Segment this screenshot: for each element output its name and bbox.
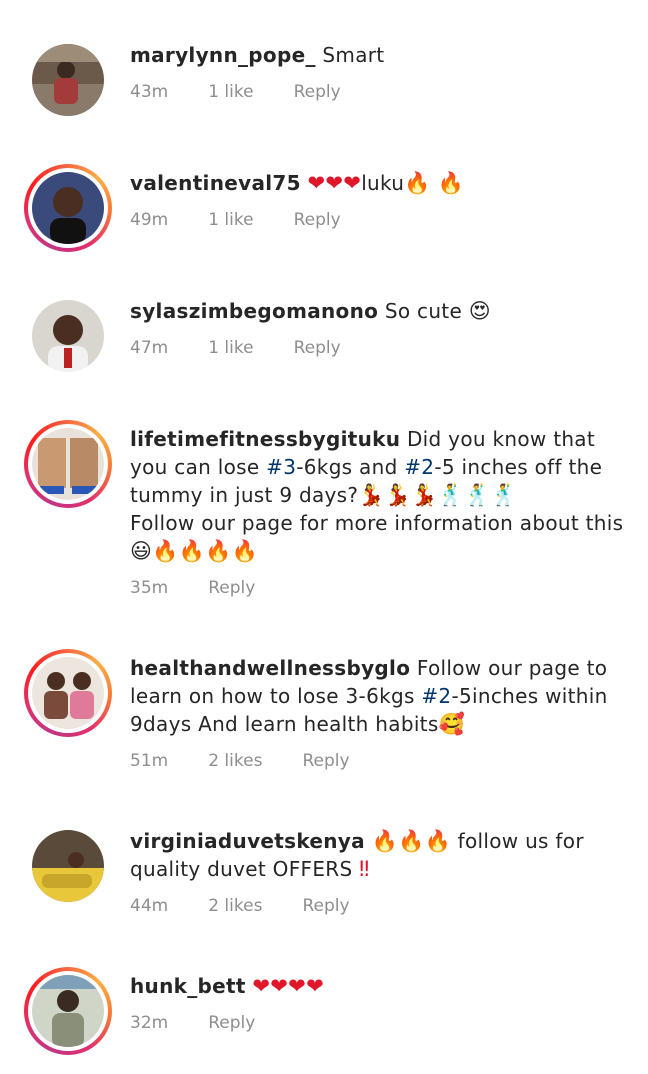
username-link[interactable]: hunk_bett xyxy=(130,974,246,998)
username-link[interactable]: valentineval75 xyxy=(130,171,301,195)
timestamp: 51m xyxy=(130,751,169,771)
timestamp: 44m xyxy=(130,896,169,916)
comment-meta: 47m 1 like Reply xyxy=(130,338,381,358)
comment-meta: 44m 2 likes Reply xyxy=(130,896,390,916)
reply-button[interactable]: Reply xyxy=(208,1013,255,1033)
likes-count[interactable]: 2 likes xyxy=(208,751,262,771)
comment-text: valentineval75 ❤❤❤luku🔥 🔥 xyxy=(130,169,626,197)
comment-text: marylynn_pope_ Smart xyxy=(130,41,626,69)
avatar[interactable] xyxy=(24,822,112,910)
likes-count[interactable]: 1 like xyxy=(208,210,253,230)
reply-button[interactable]: Reply xyxy=(302,751,349,771)
heart-icon: ❤❤❤ xyxy=(307,171,362,195)
timestamp: 49m xyxy=(130,210,169,230)
reply-button[interactable]: Reply xyxy=(294,338,341,358)
timestamp: 35m xyxy=(130,578,169,598)
comment-text: virginiaduvetskenya 🔥🔥🔥 follow us for qu… xyxy=(130,827,626,883)
fire-icon: 🔥🔥🔥🔥 xyxy=(152,539,258,563)
heart-eyes-emoji-icon: 😍 xyxy=(468,299,491,323)
avatar[interactable] xyxy=(24,36,112,124)
avatar-story-ring[interactable] xyxy=(24,649,112,737)
reply-button[interactable]: Reply xyxy=(208,578,255,598)
hashtag-link[interactable]: #2 xyxy=(421,684,451,708)
comment-text: sylaszimbegomanono So cute 😍 xyxy=(130,297,626,325)
avatar-story-ring[interactable] xyxy=(24,420,112,508)
comment-text: healthandwellnessbyglo Follow our page t… xyxy=(130,654,626,738)
reply-button[interactable]: Reply xyxy=(302,896,349,916)
fire-icon: 🔥🔥🔥 xyxy=(371,829,451,853)
likes-count[interactable]: 2 likes xyxy=(208,896,262,916)
avatar-story-ring[interactable] xyxy=(24,967,112,1055)
comment-meta: 43m 1 like Reply xyxy=(130,82,381,102)
avatar[interactable] xyxy=(24,292,112,380)
double-exclamation-icon: ‼ xyxy=(359,857,370,881)
reply-button[interactable]: Reply xyxy=(294,210,341,230)
smiling-hearts-emoji-icon: 🥰 xyxy=(438,712,465,736)
reply-button[interactable]: Reply xyxy=(294,82,341,102)
username-link[interactable]: sylaszimbegomanono xyxy=(130,299,378,323)
hashtag-link[interactable]: #3 xyxy=(266,455,296,479)
likes-count[interactable]: 1 like xyxy=(208,82,253,102)
timestamp: 32m xyxy=(130,1013,169,1033)
comment-text: hunk_bett ❤❤❤❤ xyxy=(130,972,626,1000)
dancer-emoji-icon: 💃💃💃🕺🕺🕺 xyxy=(358,483,518,507)
smile-emoji-icon: 😃 xyxy=(130,539,153,563)
comment-meta: 49m 1 like Reply xyxy=(130,210,381,230)
fire-icon: 🔥 🔥 xyxy=(404,171,465,195)
heart-icon: ❤❤❤❤ xyxy=(252,974,324,998)
timestamp: 47m xyxy=(130,338,169,358)
comment-body: -6kgs and xyxy=(296,455,405,479)
username-link[interactable]: healthandwellnessbyglo xyxy=(130,656,410,680)
username-link[interactable]: lifetimefitnessbygituku xyxy=(130,427,400,451)
likes-count[interactable]: 1 like xyxy=(208,338,253,358)
comment-body: luku xyxy=(361,171,405,195)
comment-meta: 51m 2 likes Reply xyxy=(130,751,390,771)
username-link[interactable]: marylynn_pope_ xyxy=(130,43,316,67)
comment-body: Follow our page for more information abo… xyxy=(130,511,624,535)
comment-body: Smart xyxy=(322,43,385,67)
comment-meta: 35m Reply xyxy=(130,578,295,598)
avatar-story-ring[interactable] xyxy=(24,164,112,252)
hashtag-link[interactable]: #2 xyxy=(404,455,434,479)
comment-text: lifetimefitnessbygituku Did you know tha… xyxy=(130,425,626,565)
comment-body: So cute xyxy=(384,299,463,323)
comment-meta: 32m Reply xyxy=(130,1013,295,1033)
timestamp: 43m xyxy=(130,82,169,102)
username-link[interactable]: virginiaduvetskenya xyxy=(130,829,365,853)
